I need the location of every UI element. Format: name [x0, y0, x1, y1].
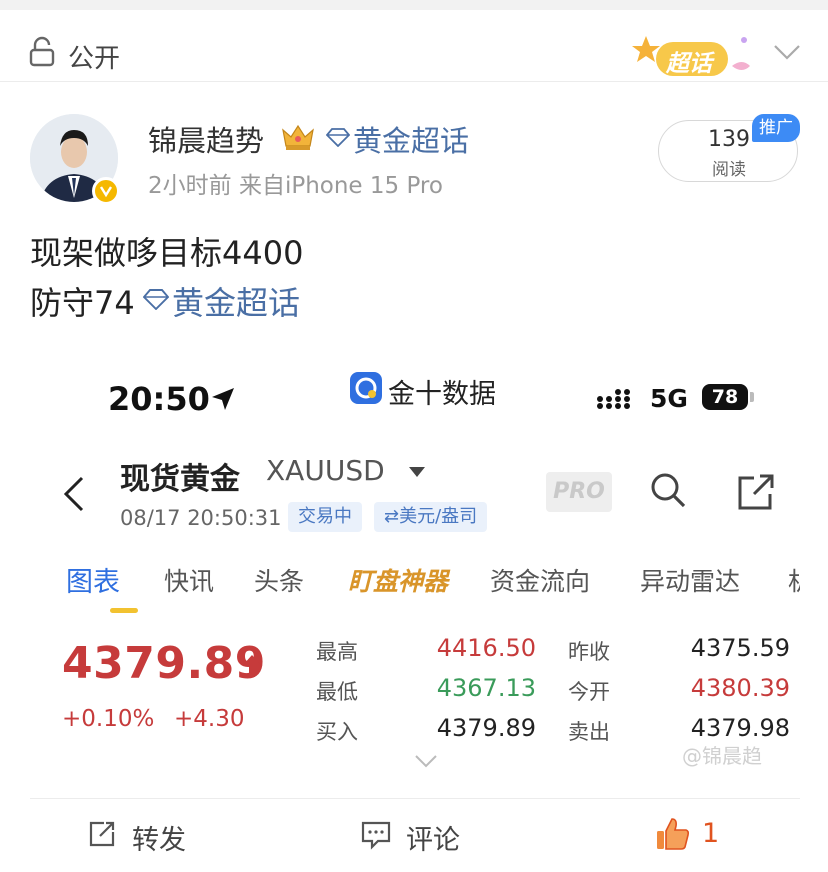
app-name: 金十数据	[388, 379, 496, 410]
comment-button[interactable]: 评论	[406, 818, 460, 857]
promo-tag[interactable]: 推广	[752, 114, 800, 142]
read-label: 阅读	[712, 160, 746, 180]
watermark: @锦晨趋	[682, 744, 762, 768]
tab-capital-flow[interactable]: 资金流向	[490, 562, 590, 598]
search-icon[interactable]	[648, 470, 688, 510]
tab-bar: 图表 快讯 头条 盯盘神器 资金流向 异动雷达 机	[66, 560, 800, 616]
tab-watch-tool[interactable]: 盯盘神器	[348, 562, 448, 598]
stat-value-high: 4416.50	[436, 634, 536, 662]
repost-icon[interactable]	[88, 820, 116, 848]
visibility-label: 公开	[68, 44, 121, 74]
lock-icon	[29, 36, 55, 67]
crown-icon	[282, 124, 314, 150]
battery-indicator: 78	[702, 384, 748, 410]
change-percent: +0.10%	[62, 706, 155, 732]
location-arrow-icon	[212, 388, 234, 410]
stat-label-low: 最低	[316, 680, 358, 704]
embedded-screenshot[interactable]: 20:50 金十数据 5G 78 现货黄金 XAUUSD 08/17 20:50…	[30, 350, 800, 790]
tab-more[interactable]: 机	[788, 562, 800, 598]
back-chevron-icon[interactable]	[60, 474, 90, 514]
stat-value-bid: 4379.89	[436, 714, 536, 742]
like-count[interactable]: 1	[702, 818, 719, 849]
up-arrow-icon	[243, 655, 261, 677]
verified-icon	[99, 186, 113, 198]
share-external-icon[interactable]	[736, 472, 776, 512]
tab-anomaly-radar[interactable]: 异动雷达	[640, 562, 740, 598]
trading-status-chip: 交易中	[288, 502, 362, 532]
action-divider	[30, 798, 800, 799]
visibility-bar: 公开 超话	[0, 10, 828, 82]
chaohua-badge[interactable]: 超话	[632, 32, 762, 84]
instrument-code[interactable]: XAUUSD	[266, 454, 385, 487]
current-price: 4379.89	[62, 638, 266, 689]
caret-down-icon[interactable]	[408, 466, 426, 478]
stat-value-low: 4367.13	[436, 674, 536, 702]
battery-tip	[750, 392, 754, 402]
signal-icon	[597, 389, 630, 409]
comment-icon[interactable]	[360, 820, 392, 850]
stat-value-ask: 4379.98	[690, 714, 790, 742]
diamond-icon	[143, 289, 169, 310]
stat-label-bid: 买入	[316, 720, 358, 744]
stat-label-prev-close: 昨收	[568, 640, 610, 664]
tab-headlines[interactable]: 头条	[254, 562, 304, 598]
pro-badge[interactable]: PRO	[546, 472, 612, 512]
topic-link-inline[interactable]: 黄金超话	[172, 278, 300, 324]
app-logo-icon	[355, 377, 377, 399]
post-text-line-1: 现架做哆目标4400	[30, 234, 304, 272]
author-name[interactable]: 锦晨趋势	[148, 118, 264, 160]
quote-timestamp: 08/17 20:50:31	[120, 506, 282, 530]
diamond-icon	[326, 128, 350, 147]
stat-label-open: 今开	[568, 680, 610, 704]
stat-label-ask: 卖出	[568, 720, 610, 744]
status-time: 20:50	[108, 380, 210, 418]
expand-chevron-icon[interactable]	[414, 754, 438, 768]
chaohua-badge-text: 超话	[666, 51, 712, 77]
stat-value-prev-close: 4375.59	[690, 634, 790, 662]
top-strip	[0, 0, 828, 10]
network-label: 5G	[650, 384, 688, 413]
post-meta: 2小时前 来自iPhone 15 Pro	[148, 173, 443, 199]
thumbs-up-icon[interactable]	[655, 816, 691, 852]
repost-button[interactable]: 转发	[132, 818, 186, 857]
currency-unit-chip[interactable]: ⇄美元/盎司	[374, 502, 488, 532]
app-icon	[350, 372, 382, 404]
chevron-down-icon[interactable]	[772, 40, 802, 64]
tab-flash-news[interactable]: 快讯	[164, 562, 214, 598]
tab-active-underline	[110, 608, 138, 613]
change-absolute: +4.30	[174, 706, 245, 732]
post-text-line-2: 防守74	[30, 284, 135, 322]
stat-value-open: 4380.39	[690, 674, 790, 702]
tab-chart[interactable]: 图表	[66, 560, 120, 599]
topic-link[interactable]: 黄金超话	[353, 118, 469, 160]
stat-label-high: 最高	[316, 640, 358, 664]
verified-badge	[92, 177, 120, 205]
instrument-name: 现货黄金	[120, 462, 240, 497]
